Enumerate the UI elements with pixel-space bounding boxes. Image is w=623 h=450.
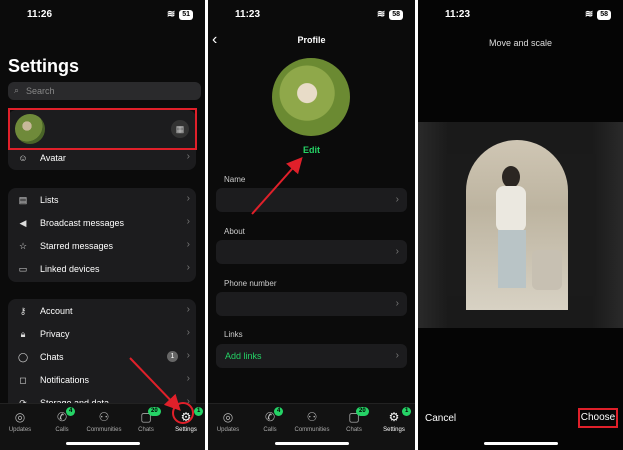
person-head xyxy=(502,166,520,188)
move-scale-screen: 11:23 ≋ 58 Move and scale Cancel Choose xyxy=(418,0,623,450)
photo-crop-area[interactable] xyxy=(418,122,623,328)
battery-icon: 58 xyxy=(597,9,611,20)
annotation-arrow xyxy=(129,357,181,411)
status-bar: 11:23 ≋ 58 xyxy=(418,9,623,23)
sofa xyxy=(532,250,562,290)
photo-image xyxy=(466,140,568,310)
person-legs xyxy=(498,230,526,288)
status-time: 11:23 xyxy=(445,9,471,20)
page-title: Move and scale xyxy=(488,38,553,48)
annotation-arrow xyxy=(251,157,303,215)
wifi-icon: ≋ xyxy=(584,9,594,20)
choose-button[interactable]: Choose xyxy=(578,408,618,428)
profile-screen: 11:23 ≋ 58 ‹ Profile Edit Name › About › … xyxy=(208,0,415,450)
home-indicator xyxy=(483,442,558,445)
settings-screen: 11:26 ≋ 51 Settings ⌕ Search ▦ ☺ Avatar ›… xyxy=(0,0,205,450)
person-body xyxy=(496,186,526,232)
cancel-button[interactable]: Cancel xyxy=(425,413,456,424)
